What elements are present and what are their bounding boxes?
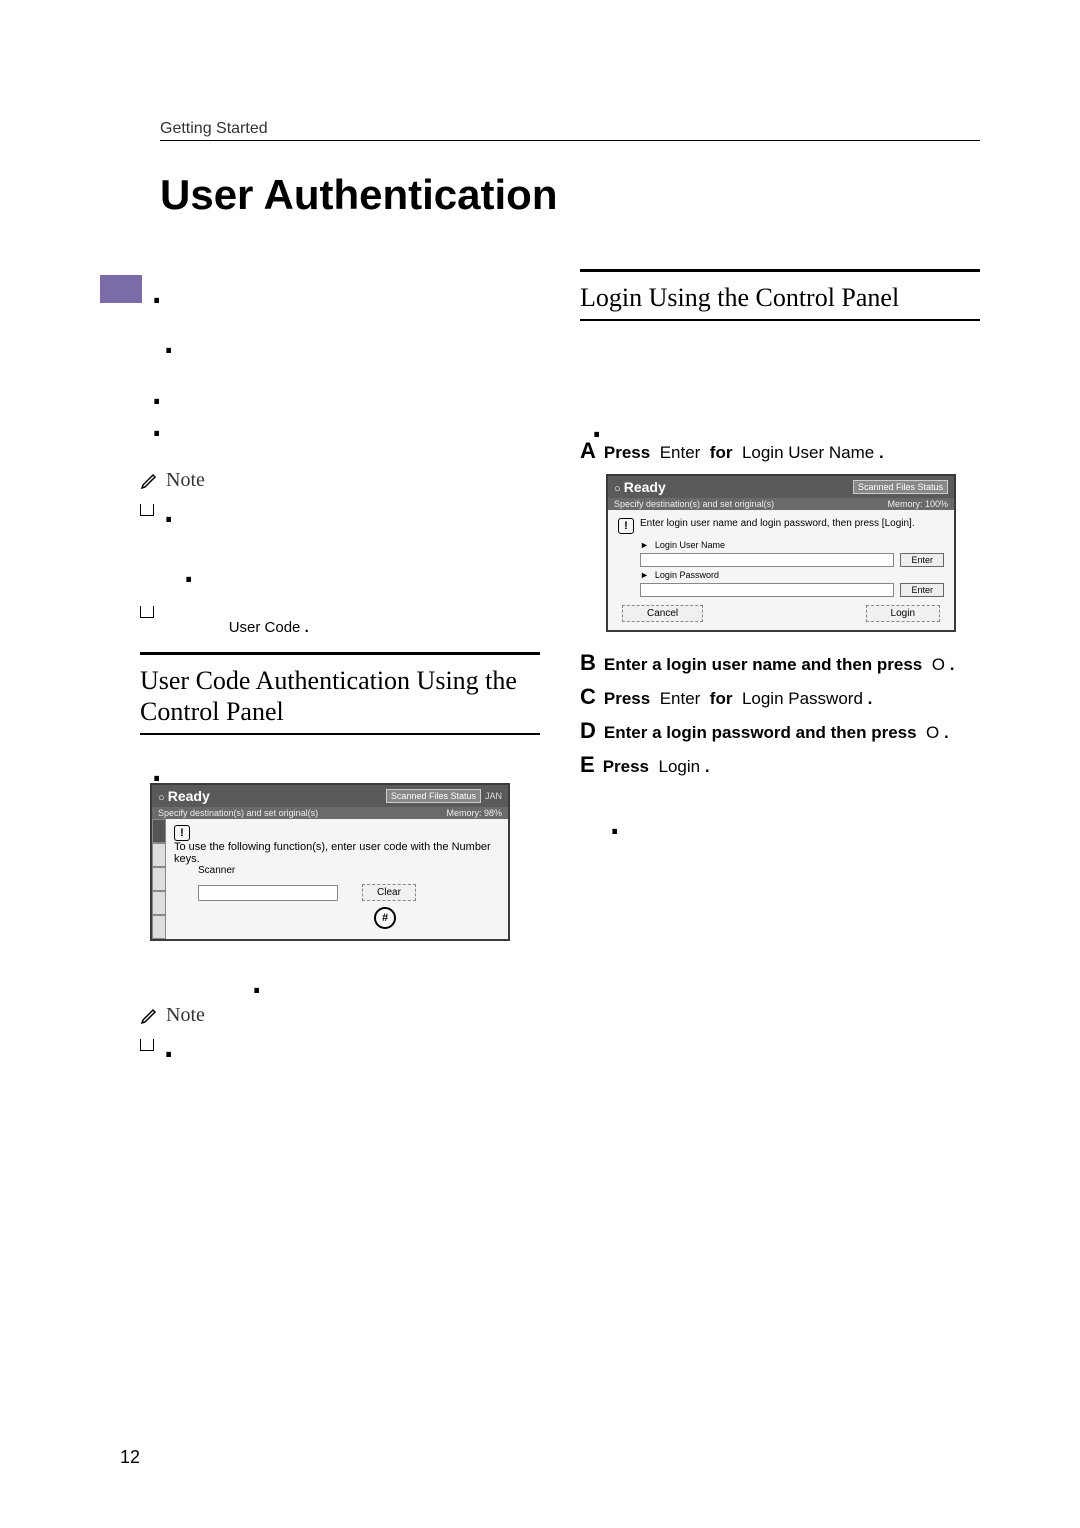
note-item: . .	[140, 500, 540, 586]
note-label: Note	[140, 1004, 540, 1027]
pencil-icon	[140, 1005, 160, 1025]
redacted-text: . . . .	[140, 281, 540, 429]
login-password-input-row: Enter	[640, 583, 944, 597]
right-column: Login Using the Control Panel . A Press …	[580, 269, 980, 1067]
step-c: C Press Enter for Login Password .	[580, 686, 980, 710]
step-d: D Enter a login password and then press …	[580, 720, 980, 744]
note-item: User Code .	[140, 602, 540, 636]
section-heading: User Code Authentication Using the Contr…	[140, 665, 540, 727]
note-label: Note	[140, 469, 540, 492]
tab-cell[interactable]	[152, 843, 166, 867]
pencil-icon	[140, 470, 160, 490]
instruction-message: ! Enter login user name and login passwo…	[618, 518, 944, 534]
info-icon: !	[174, 825, 190, 841]
step-b: B Enter a login user name and then press…	[580, 652, 980, 676]
ready-status: ○ Ready	[158, 788, 210, 804]
step-letter: A	[580, 440, 596, 462]
enter-button[interactable]: Enter	[900, 583, 944, 597]
msg-text: To use the following function(s), enter …	[174, 841, 491, 865]
login-button[interactable]: Login	[866, 605, 940, 622]
scanned-files-status-button[interactable]: Scanned Files Status	[386, 789, 481, 803]
note-body: User Code .	[162, 602, 309, 636]
note-body: . .	[162, 500, 195, 586]
step-text: Press Enter for Login Password .	[604, 688, 872, 710]
login-password-input[interactable]	[640, 583, 894, 597]
memory-indicator: Memory: 98%	[446, 808, 502, 818]
triangle-icon: ►	[640, 570, 649, 580]
subheader-text: Specify destination(s) and set original(…	[158, 808, 318, 818]
content-columns: . . . . Note . . User Cod	[140, 269, 980, 1067]
triangle-icon: ►	[640, 540, 649, 550]
hash-key-button[interactable]: #	[374, 907, 396, 929]
left-column: . . . . Note . . User Cod	[140, 269, 540, 1067]
running-head: Getting Started	[160, 120, 980, 138]
enter-button[interactable]: Enter	[900, 553, 944, 567]
step-text: Enter a login user name and then press O…	[604, 654, 955, 676]
tab-cell[interactable]	[152, 891, 166, 915]
step-a: A Press Enter for Login User Name .	[580, 440, 980, 464]
cancel-button[interactable]: Cancel	[622, 605, 703, 622]
header: Getting Started User Authentication	[160, 120, 980, 219]
bullet-icon	[140, 504, 154, 516]
section-divider-top	[580, 269, 980, 272]
screenshot-header: ○ Ready Scanned Files Status JAN	[152, 785, 508, 807]
section-tab	[100, 275, 142, 303]
scanned-files-status-button[interactable]: Scanned Files Status	[853, 480, 948, 494]
control-panel-screenshot-login: ○ Ready Scanned Files Status Specify des…	[606, 474, 956, 632]
memory-indicator: Memory: 100%	[887, 499, 948, 509]
field-label: Login User Name	[655, 540, 725, 550]
date-jan: JAN	[485, 791, 502, 801]
page-title: User Authentication	[160, 171, 980, 219]
page: Getting Started User Authentication . . …	[0, 0, 1080, 1127]
login-user-name-input[interactable]	[640, 553, 894, 567]
divider	[160, 140, 980, 141]
control-panel-screenshot-usercode: ○ Ready Scanned Files Status JAN Specify…	[150, 783, 510, 941]
screenshot-header: ○ Ready Scanned Files Status	[608, 476, 954, 498]
step-letter: E	[580, 754, 595, 776]
subheader-text: Specify destination(s) and set original(…	[614, 499, 774, 509]
bullet-icon	[140, 1039, 154, 1051]
user-code-ref: User Code	[229, 619, 301, 636]
info-icon: !	[618, 518, 634, 534]
step-text: Enter a login password and then press O …	[604, 722, 949, 744]
step-text: Press Login .	[603, 756, 710, 778]
ready-status: ○ Ready	[614, 479, 666, 495]
step-letter: D	[580, 720, 596, 742]
screenshot-subheader: Specify destination(s) and set original(…	[608, 498, 954, 510]
field-label: Login Password	[655, 570, 719, 580]
section-heading: Login Using the Control Panel	[580, 282, 980, 313]
section-divider-bottom	[580, 319, 980, 321]
screenshot-body: ! To use the following function(s), ente…	[166, 819, 508, 939]
screenshot-body-wrap: ! To use the following function(s), ente…	[152, 819, 508, 939]
screenshot-body: ! Enter login user name and login passwo…	[608, 510, 954, 630]
note-item: .	[140, 1035, 540, 1051]
section-divider-bottom	[140, 733, 540, 735]
login-user-name-input-row: Enter	[640, 553, 944, 567]
scanner-label: Scanner	[198, 865, 500, 876]
screenshot-subheader: Specify destination(s) and set original(…	[152, 807, 508, 819]
step-text: Press Enter for Login User Name .	[604, 442, 884, 464]
tab-cell[interactable]	[152, 915, 166, 939]
page-number: 12	[120, 1447, 140, 1468]
instruction-message: ! To use the following function(s), ente…	[174, 825, 500, 865]
msg-text: Enter login user name and login password…	[640, 518, 915, 534]
clear-button[interactable]: Clear	[362, 884, 416, 901]
side-tabs	[152, 819, 166, 939]
button-row: Cancel Login	[622, 605, 940, 622]
step-letter: B	[580, 652, 596, 674]
login-user-name-row: ► Login User Name	[640, 540, 944, 550]
section-divider-top	[140, 652, 540, 655]
tab-cell[interactable]	[152, 819, 166, 843]
step-letter: C	[580, 686, 596, 708]
login-password-row: ► Login Password	[640, 570, 944, 580]
step-e: E Press Login .	[580, 754, 980, 778]
usercode-input-row: Clear	[198, 884, 500, 901]
tab-cell[interactable]	[152, 867, 166, 891]
bullet-icon	[140, 606, 154, 618]
usercode-input[interactable]	[198, 885, 338, 901]
